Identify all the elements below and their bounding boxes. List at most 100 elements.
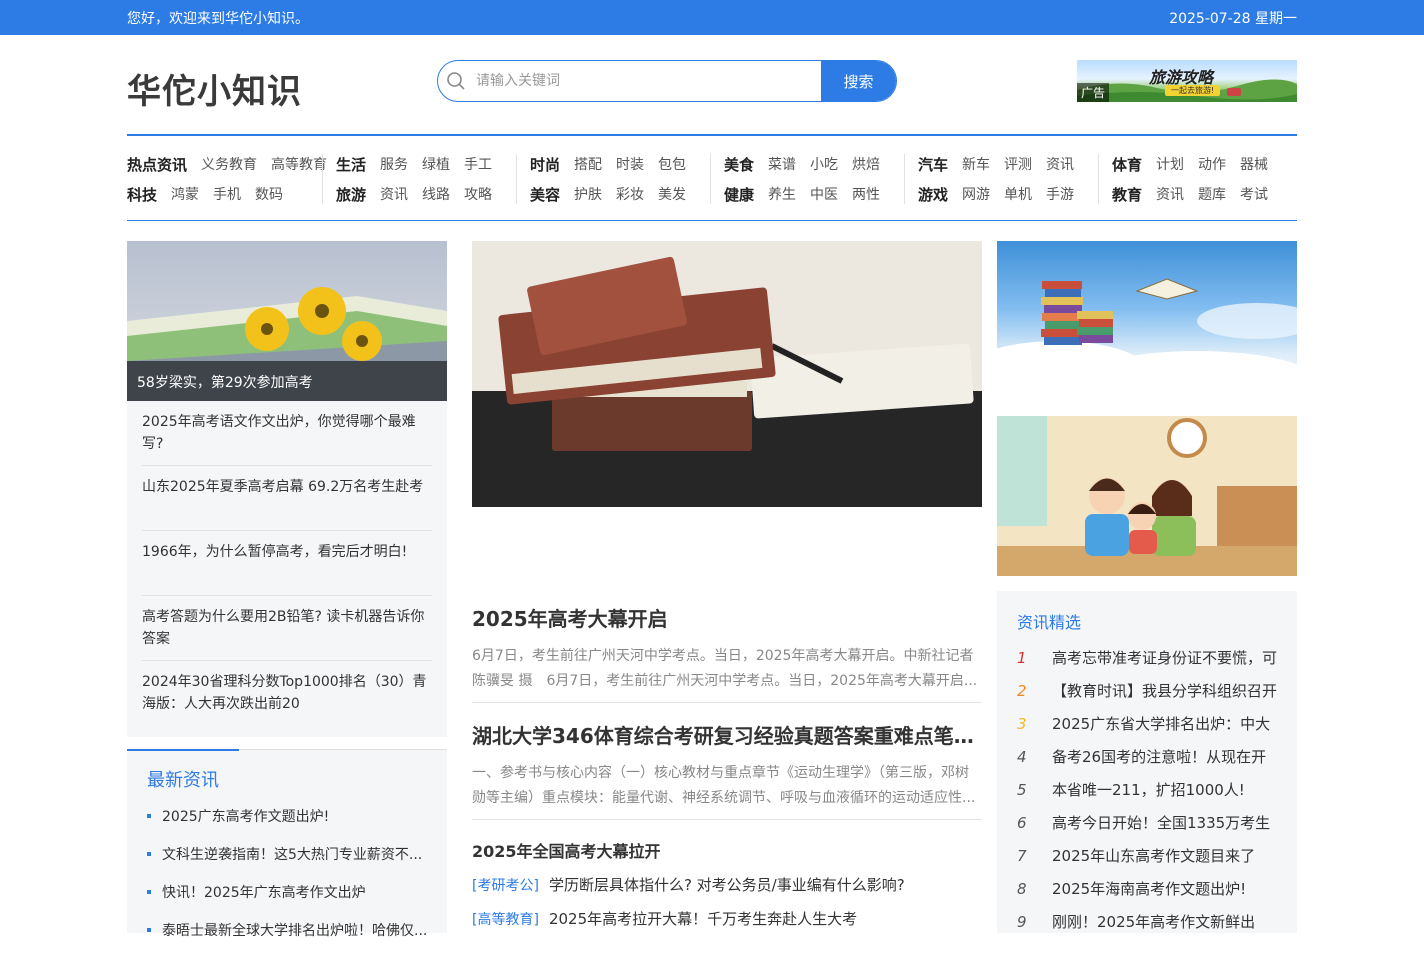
rank-number: 9 [1017,912,1027,931]
picks-item-text: 2025年海南高考作文题出炉! [1052,880,1247,898]
nav-row: 科技 鸿蒙 手机 数码 [127,179,341,209]
nav-category[interactable]: 美食 [724,154,754,175]
nav-category[interactable]: 美容 [530,184,560,205]
picks-item[interactable]: 7 2025年山东高考作文题目来了 [1017,839,1287,872]
picks-item[interactable]: 9 刚刚！2025年高考作文新鲜出 [1017,905,1287,938]
rank-number: 6 [1017,813,1027,832]
nav-subcategory[interactable]: 线路 [422,184,450,204]
nav-subcategory[interactable]: 手游 [1046,184,1074,204]
nav-category[interactable]: 教育 [1112,184,1142,205]
nav-subcategory[interactable]: 数码 [255,184,283,204]
nav-subcategory[interactable]: 养生 [768,184,796,204]
latest-item[interactable]: 快讯！2025年广东高考作文出炉 [147,882,427,920]
nav-subcategory[interactable]: 新车 [962,154,990,174]
nav-subcategory[interactable]: 动作 [1198,154,1226,174]
nav-subcategory[interactable]: 烘焙 [852,154,880,174]
nav-subcategory[interactable]: 时装 [616,154,644,174]
left-article-list: 2025年高考语文作文出炉，你觉得哪个最难写? 山东2025年夏季高考启幕 69… [127,401,447,737]
rank-number: 2 [1017,681,1027,700]
nav-category[interactable]: 科技 [127,184,157,205]
nav-subcategory[interactable]: 手机 [213,184,241,204]
nav-category[interactable]: 生活 [336,154,366,175]
latest-item[interactable]: 泰晤士最新全球大学排名出炉啦！哈佛仅... [147,920,427,958]
tagged-link[interactable]: [考研考公] 学历断层具体指什么? 对考公务员/事业编有什么影响? [472,874,982,895]
nav-category[interactable]: 游戏 [918,184,948,205]
sub-headline[interactable]: 2025年全国高考大幕拉开 [472,838,661,862]
nav-subcategory[interactable]: 美发 [658,184,686,204]
nav-subcategory[interactable]: 护肤 [574,184,602,204]
picks-item[interactable]: 3 2025广东省大学排名出炉：中大 [1017,707,1287,740]
search-box: 搜索 [437,60,897,102]
feature-image-center[interactable] [472,241,982,507]
picks-item[interactable]: 2 【教育时讯】我县分学科组织召开 [1017,674,1287,707]
nav-subcategory[interactable]: 单机 [1004,184,1032,204]
nav-subcategory[interactable]: 义务教育 [201,154,257,174]
nav-subcategory[interactable]: 搭配 [574,154,602,174]
nav-subcategory[interactable]: 资讯 [380,184,408,204]
nav-subcategory[interactable]: 绿植 [422,154,450,174]
nav-group: 生活 服务 绿植 手工旅游 资讯 线路 攻略 [336,149,506,209]
nav-subcategory[interactable]: 网游 [962,184,990,204]
picks-item[interactable]: 5 本省唯一211，扩招1000人! [1017,773,1287,806]
picks-item[interactable]: 8 2025年海南高考作文题出炉! [1017,872,1287,905]
feature-image-right-bottom[interactable] [997,416,1297,576]
nav-subcategory[interactable]: 中医 [810,184,838,204]
list-item[interactable]: 1966年，为什么暂停高考，看完后才明白! [142,531,432,596]
nav-category[interactable]: 热点资讯 [127,154,187,175]
picks-item[interactable]: 6 高考今日开始！全国1335万考生 [1017,806,1287,839]
latest-item-text: 快讯！2025年广东高考作文出炉 [162,885,366,901]
nav-category[interactable]: 汽车 [918,154,948,175]
nav-category[interactable]: 旅游 [336,184,366,205]
nav-subcategory[interactable]: 彩妆 [616,184,644,204]
nav-category[interactable]: 体育 [1112,154,1142,175]
nav-row: 游戏 网游 单机 手游 [918,179,1088,209]
nav-group: 时尚 搭配 时装 包包美容 护肤 彩妆 美发 [530,149,700,209]
list-item[interactable]: 高考答题为什么要用2B铅笔? 读卡机器告诉你答案 [142,596,432,661]
nav-subcategory[interactable]: 资讯 [1156,184,1184,204]
site-logo[interactable]: 华佗小知识 [127,64,302,113]
tagged-link[interactable]: [高等教育] 2025年高考拉开大幕！千万考生奔赴人生大考 [472,908,982,929]
search-button[interactable]: 搜索 [821,61,896,101]
nav-subcategory[interactable]: 鸿蒙 [171,184,199,204]
list-item[interactable]: 2025年高考语文作文出炉，你觉得哪个最难写? [142,401,432,466]
list-item[interactable]: 2024年30省理科分数Top1000排名（30）青海版：人大再次跌出前20 [142,661,432,726]
nav-subcategory[interactable]: 考试 [1240,184,1268,204]
search-icon [438,61,474,101]
welcome-text: 您好，欢迎来到华佗小知识。 [127,11,309,27]
nav-subcategory[interactable]: 题库 [1198,184,1226,204]
nav-group: 汽车 新车 评测 资讯游戏 网游 单机 手游 [918,149,1088,209]
picks-item[interactable]: 1 高考忘带准考证身份证不要慌，可 [1017,641,1287,674]
article-title[interactable]: 湖北大学346体育综合考研复习经验真题答案重难点笔记... [472,720,982,749]
nav-subcategory[interactable]: 手工 [464,154,492,174]
nav-row: 教育 资讯 题库 考试 [1112,179,1282,209]
latest-item[interactable]: 文科生逆袭指南！这5大热门专业薪资不... [147,844,427,882]
latest-item[interactable]: 2025广东高考作文题出炉! [147,806,427,844]
nav-subcategory[interactable]: 评测 [1004,154,1032,174]
nav-subcategory[interactable]: 高等教育 [271,154,327,174]
tag-label: [考研考公] [472,878,539,894]
nav-subcategory[interactable]: 包包 [658,154,686,174]
nav-subcategory[interactable]: 小吃 [810,154,838,174]
bullet-icon [147,852,151,856]
nav-subcategory[interactable]: 两性 [852,184,880,204]
article-summary: 一、参考书与核心内容（一）核心教材与重点章节《运动生理学》（第三版，邓树勋等主编… [472,765,976,806]
nav-subcategory[interactable]: 服务 [380,154,408,174]
picks-item[interactable]: 4 备考26国考的注意啦！从现在开 [1017,740,1287,773]
article-card[interactable]: 湖北大学346体育综合考研复习经验真题答案重难点笔记... 一、参考书与核心内容… [472,720,982,811]
feature-image-right-top[interactable] [997,241,1297,391]
picks-item-text: 【教育时讯】我县分学科组织召开 [1052,682,1278,700]
rank-number: 4 [1017,747,1027,766]
article-card[interactable]: 2025年高考大幕开启 6月7日，考生前往广州天河中学考点。当日，2025年高考… [472,603,982,694]
nav-category[interactable]: 健康 [724,184,754,205]
feature-image-left[interactable]: 58岁梁实，第29次参加高考 [127,241,447,401]
search-input[interactable] [474,61,821,101]
nav-subcategory[interactable]: 资讯 [1046,154,1074,174]
list-item[interactable]: 山东2025年夏季高考启幕 69.2万名考生赴考 [142,466,432,531]
nav-subcategory[interactable]: 计划 [1156,154,1184,174]
nav-category[interactable]: 时尚 [530,154,560,175]
article-title[interactable]: 2025年高考大幕开启 [472,603,982,632]
nav-subcategory[interactable]: 攻略 [464,184,492,204]
nav-subcategory[interactable]: 菜谱 [768,154,796,174]
ad-banner[interactable]: 旅游攻略 一起去旅游! 广告 [1077,60,1297,102]
nav-subcategory[interactable]: 器械 [1240,154,1268,174]
